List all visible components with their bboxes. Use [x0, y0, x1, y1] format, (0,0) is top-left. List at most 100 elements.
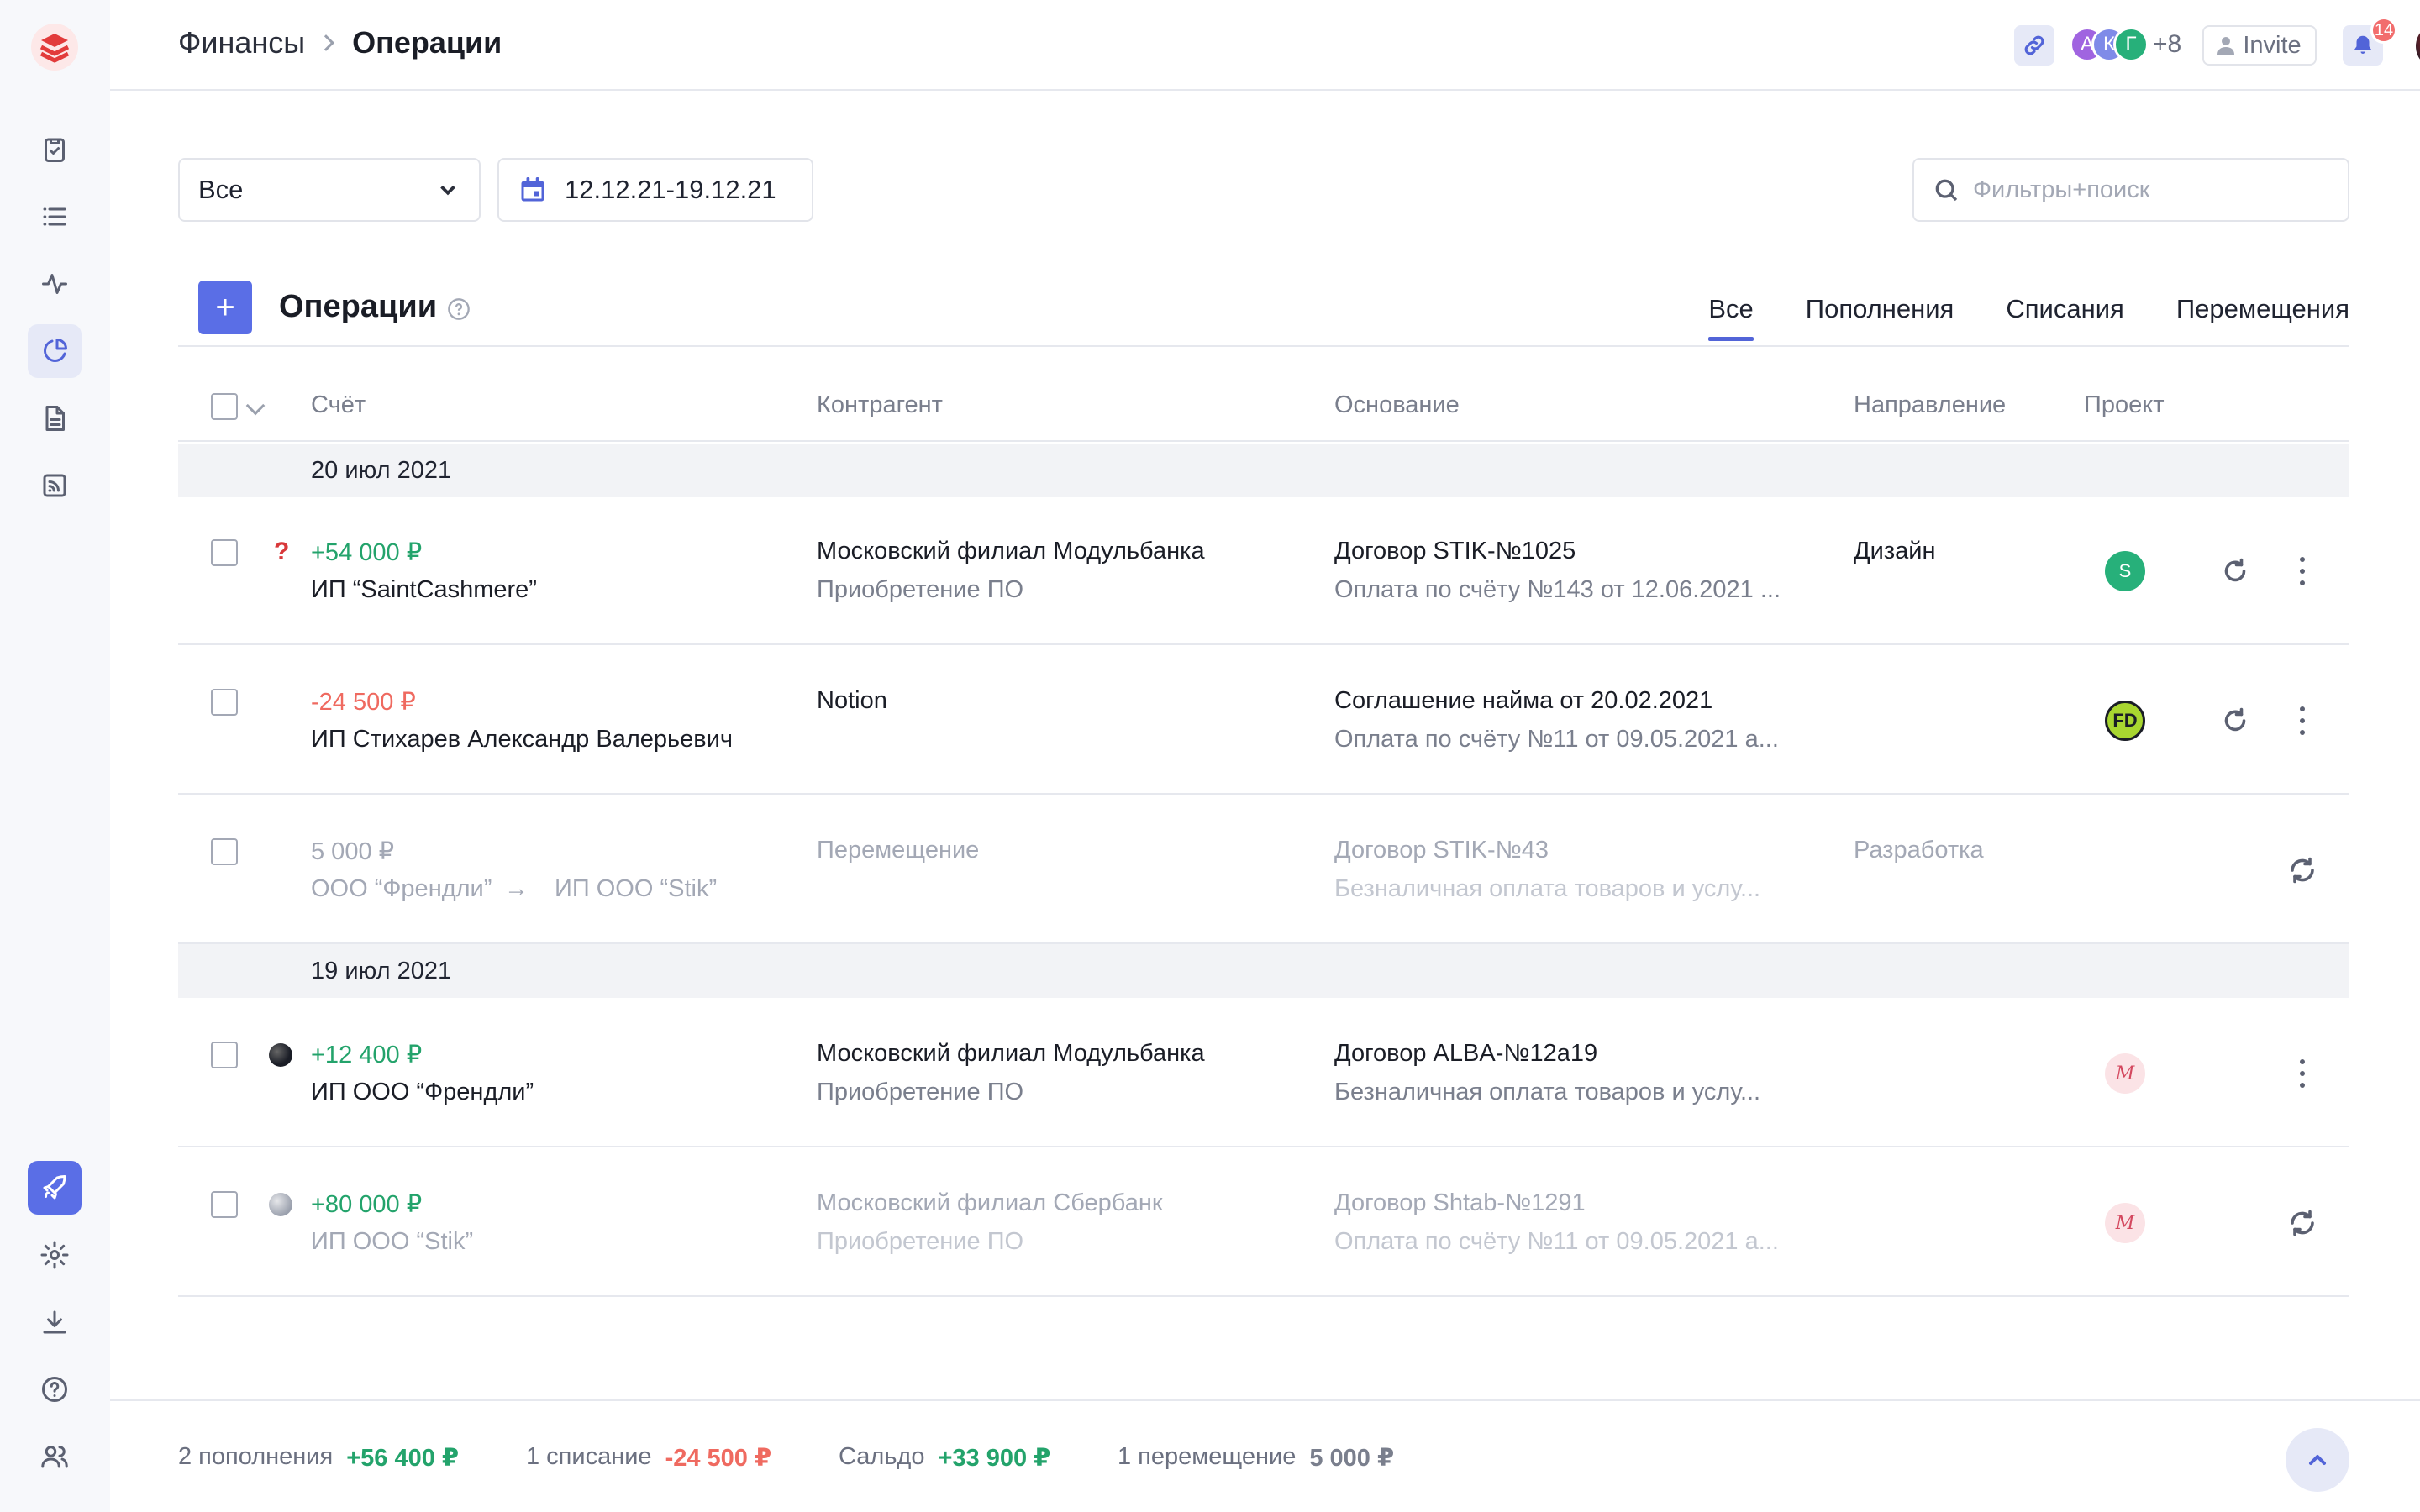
- counterparty-category: Приобретение ПО: [817, 1079, 1024, 1105]
- select-value: Все: [198, 175, 244, 204]
- chevron-down-icon: [440, 185, 455, 196]
- sidebar-list-button[interactable]: [28, 190, 82, 244]
- transfer-summary: 1 перемещение 5 000 ₽: [1118, 1443, 1394, 1473]
- member-avatar[interactable]: Г: [2113, 27, 2149, 62]
- operation-type-select[interactable]: Все: [178, 158, 481, 222]
- basis: Договор ALBA-№12a19: [1334, 1040, 1598, 1067]
- direction: Дизайн: [1854, 538, 1936, 564]
- sidebar-download-button[interactable]: [28, 1295, 82, 1349]
- tab-income[interactable]: Пополнения: [1806, 294, 1954, 341]
- balance-summary: Сальдо +33 900 ₽: [839, 1443, 1050, 1473]
- income-label: 2 пополнения: [178, 1443, 334, 1470]
- sidebar-activity-button[interactable]: [28, 257, 82, 311]
- user-avatar[interactable]: [2416, 24, 2420, 69]
- column-header-basis[interactable]: Основание: [1334, 391, 1460, 419]
- select-all-checkbox[interactable]: [211, 393, 238, 420]
- scroll-to-top-button[interactable]: [2286, 1428, 2349, 1492]
- project-avatar[interactable]: M: [2105, 1203, 2145, 1243]
- column-header-direction[interactable]: Направление: [1854, 391, 2006, 419]
- income-summary: 2 пополнения +56 400 ₽: [178, 1443, 459, 1473]
- gear-icon: [40, 1241, 69, 1269]
- row-checkbox[interactable]: [211, 539, 238, 566]
- balance-label: Сальдо: [839, 1443, 925, 1470]
- sync-button[interactable]: [2287, 1208, 2317, 1238]
- operation-amount[interactable]: +54 000 ₽: [311, 538, 422, 567]
- balance-value: +33 900 ₽: [938, 1445, 1051, 1472]
- operation-amount[interactable]: +80 000 ₽: [311, 1189, 422, 1219]
- counterparty: Notion: [817, 687, 887, 714]
- download-icon: [43, 1310, 66, 1334]
- sidebar-documents-button[interactable]: [28, 391, 82, 445]
- basis-description: Оплата по счёту №11 от 09.05.2021 а...: [1334, 1228, 1779, 1255]
- project-avatar[interactable]: S: [2105, 551, 2145, 591]
- list-icon: [43, 207, 66, 226]
- transfer-label: 1 перемещение: [1118, 1443, 1297, 1470]
- divider: [178, 643, 2349, 645]
- column-header-counterparty[interactable]: Контрагент: [817, 391, 943, 419]
- arrow-right-icon: →: [504, 875, 529, 902]
- search-box: [1912, 158, 2349, 222]
- help-circle-icon: [42, 1377, 67, 1402]
- sidebar-finance-button[interactable]: [28, 324, 82, 378]
- invite-button[interactable]: Invite: [2202, 25, 2317, 66]
- row-checkbox[interactable]: [211, 689, 238, 716]
- operation-tabs: Все Пополнения Списания Перемещения: [1708, 294, 2349, 341]
- counterparty-category: Приобретение ПО: [817, 1228, 1024, 1255]
- counterparty: Московский филиал Модульбанка: [817, 1040, 1205, 1067]
- chevron-down-icon[interactable]: [245, 396, 266, 416]
- sync-button[interactable]: [2287, 855, 2317, 885]
- tab-all[interactable]: Все: [1708, 294, 1754, 341]
- column-header-project[interactable]: Проект: [2084, 391, 2165, 419]
- tab-expense[interactable]: Списания: [2006, 294, 2123, 341]
- row-checkbox[interactable]: [211, 1191, 238, 1218]
- operation-amount[interactable]: +12 400 ₽: [311, 1040, 422, 1069]
- more-options-button[interactable]: [2299, 1059, 2306, 1088]
- operation-amount[interactable]: 5 000 ₽: [311, 837, 394, 866]
- repeat-icon: [2224, 707, 2246, 732]
- document-icon: [45, 406, 65, 431]
- sidebar-team-button[interactable]: [28, 1430, 82, 1483]
- sidebar-settings-button[interactable]: [28, 1228, 82, 1282]
- sidebar-feed-button[interactable]: [28, 459, 82, 512]
- repeat-button[interactable]: [2220, 706, 2250, 736]
- basis: Соглашение найма от 20.02.2021: [1334, 687, 1713, 714]
- copy-link-button[interactable]: [2014, 25, 2054, 66]
- help-icon[interactable]: [447, 297, 471, 321]
- add-operation-button[interactable]: +: [198, 281, 252, 334]
- users-icon: [41, 1446, 68, 1468]
- divider: [178, 1295, 2349, 1297]
- transfer-value: 5 000 ₽: [1309, 1445, 1395, 1472]
- row-checkbox[interactable]: [211, 838, 238, 865]
- pie-chart-icon: [44, 339, 67, 362]
- more-options-button[interactable]: [2299, 706, 2306, 735]
- repeat-button[interactable]: [2220, 556, 2250, 586]
- sidebar: [0, 0, 110, 1512]
- project-avatar[interactable]: FD: [2105, 701, 2145, 741]
- link-icon: [2024, 35, 2044, 55]
- basis: Договор STIK-№1025: [1334, 538, 1576, 564]
- sidebar-help-button[interactable]: [28, 1362, 82, 1416]
- more-members-count[interactable]: +8: [2153, 30, 2181, 59]
- top-header: Финансы Операции А К Г +8 Invite 14: [110, 0, 2420, 91]
- counterparty: Московский филиал Сбербанк: [817, 1189, 1163, 1216]
- search-input[interactable]: [1973, 176, 2326, 204]
- calendar-icon: [521, 177, 544, 202]
- section-title: Операции: [279, 289, 438, 324]
- project-avatar[interactable]: M: [2105, 1053, 2145, 1094]
- user-icon: [2217, 37, 2235, 55]
- operation-amount[interactable]: -24 500 ₽: [311, 687, 416, 717]
- row-checkbox[interactable]: [211, 1042, 238, 1068]
- income-value: +56 400 ₽: [346, 1445, 460, 1472]
- header-actions: А К Г +8 Invite 14: [110, 17, 2420, 69]
- tab-transfer[interactable]: Перемещения: [2176, 294, 2349, 341]
- expense-summary: 1 списание -24 500 ₽: [526, 1443, 771, 1473]
- sidebar-launch-button[interactable]: [28, 1161, 82, 1215]
- activity-icon: [42, 274, 67, 294]
- search-icon: [1935, 179, 1958, 202]
- more-options-button[interactable]: [2299, 557, 2306, 585]
- app-logo[interactable]: [29, 22, 80, 72]
- date-range-picker[interactable]: 12.12.21-19.12.21: [497, 158, 813, 222]
- bomb-icon: [269, 1043, 292, 1067]
- column-header-account[interactable]: Счёт: [311, 391, 366, 419]
- sidebar-tasks-button[interactable]: [28, 123, 82, 176]
